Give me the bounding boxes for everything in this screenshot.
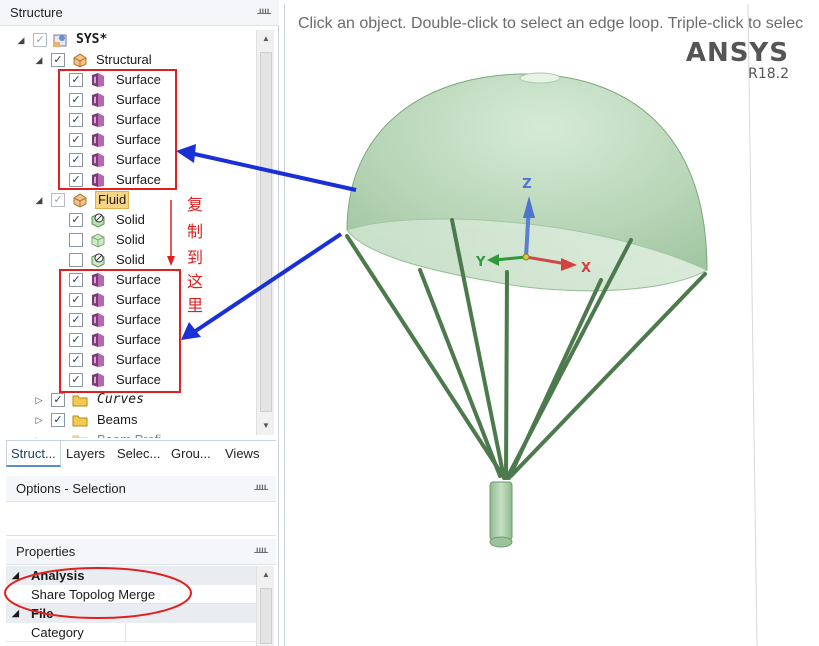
checkbox-beams[interactable]: ✓ <box>51 413 65 427</box>
annotation-char: 制 <box>187 222 204 241</box>
solid-body-icon <box>90 212 106 228</box>
graphics-viewport[interactable]: Click an object. Double-click to select … <box>284 4 819 646</box>
tab-groups[interactable]: Grou... <box>171 441 211 467</box>
property-category-analysis[interactable]: ◢ Analysis <box>6 566 256 585</box>
tree-label-beam-profiles: Beam Profi <box>97 430 161 438</box>
checkbox[interactable] <box>69 253 83 267</box>
expand-arrow-icon[interactable]: ▷ <box>34 410 44 430</box>
tree-item-structural[interactable]: ◢ ✓ Structural <box>6 50 256 70</box>
tree-label-beams: Beams <box>97 412 138 427</box>
expand-arrow-icon[interactable]: ▷ <box>34 390 44 410</box>
design-root-icon <box>53 34 67 47</box>
checkbox[interactable] <box>69 233 83 247</box>
payload-pod[interactable] <box>489 481 513 541</box>
tree-label-structural: Structural <box>96 52 152 67</box>
annotation-char: 复 <box>187 195 204 214</box>
tree-scrollbar[interactable]: ▲ ▼ <box>256 30 274 435</box>
tree-label-root: SYS* <box>76 32 108 47</box>
collapse-arrow-icon[interactable]: ◢ <box>12 566 19 585</box>
properties-panel-header: Properties ᚉ <box>6 539 276 565</box>
checkbox[interactable]: ✓ <box>69 213 83 227</box>
canopy-top-highlight <box>519 72 561 84</box>
checkbox-root[interactable]: ✓ <box>33 33 47 47</box>
axis-z-label: Z <box>522 177 531 192</box>
annotation-char: 到 <box>187 248 204 267</box>
scroll-thumb[interactable] <box>260 52 272 412</box>
pin-icon[interactable]: ᚉ <box>257 0 271 26</box>
highlight-box-fluid-surfaces <box>59 269 181 393</box>
property-category-file[interactable]: ◢ File <box>6 604 256 623</box>
payload-pod-tip <box>489 536 513 548</box>
annotation-char: 里 <box>187 296 204 315</box>
pin-icon[interactable]: ᚉ <box>254 476 268 502</box>
property-label: Category <box>31 625 84 640</box>
property-category-label: Analysis <box>31 568 85 583</box>
property-label: Share Topolog Merge <box>31 587 156 602</box>
axis-y-label: Y <box>475 255 486 270</box>
scroll-down-icon[interactable]: ▼ <box>257 417 275 435</box>
tree-item-solid[interactable]: Solid <box>6 230 256 250</box>
pin-icon[interactable]: ᚉ <box>254 539 268 565</box>
tree-label-curves: Curves <box>97 392 144 407</box>
tree-item-solid[interactable]: Solid <box>6 250 256 270</box>
tab-views[interactable]: Views <box>225 441 259 467</box>
scroll-up-icon[interactable]: ▲ <box>257 30 275 48</box>
collapse-arrow-icon[interactable]: ◢ <box>34 50 44 70</box>
checkbox-structural[interactable]: ✓ <box>51 53 65 67</box>
property-value-cell[interactable] <box>125 623 256 642</box>
panel-tabs: Struct... Layers Selec... Grou... Views <box>6 440 276 467</box>
tab-structure[interactable]: Struct... <box>6 441 61 467</box>
highlight-box-structural-surfaces <box>58 69 177 190</box>
tab-layers[interactable]: Layers <box>66 441 105 467</box>
properties-scrollbar[interactable]: ▲ <box>256 566 274 646</box>
tree-label-fluid: Fluid <box>95 191 130 209</box>
annotation-char: 这 <box>187 272 204 291</box>
expand-arrow-icon[interactable]: ▷ <box>34 430 44 438</box>
folder-icon <box>72 435 88 438</box>
tree-item-label: Solid <box>116 252 145 267</box>
tree-item-label: Solid <box>116 212 145 227</box>
tree-item-beams[interactable]: ▷ ✓ Beams <box>6 410 256 430</box>
tree-item-label: Solid <box>116 232 145 247</box>
parachute-model[interactable]: Z X Y <box>285 4 819 646</box>
component-icon <box>73 193 87 208</box>
tree-item-fluid[interactable]: ◢ ✓ Fluid <box>6 190 256 210</box>
tree-item-solid[interactable]: ✓ Solid <box>6 210 256 230</box>
property-row-category[interactable]: Category <box>6 623 256 642</box>
scroll-thumb[interactable] <box>260 588 272 644</box>
properties-grid: ◢ Analysis Share Topolog Merge ◢ File Ca… <box>6 566 256 646</box>
checkbox-curves[interactable]: ✓ <box>51 393 65 407</box>
structure-panel-header: Structure ᚉ <box>0 0 279 26</box>
options-panel-header: Options - Selection ᚉ <box>6 476 276 502</box>
folder-icon <box>72 415 88 427</box>
properties-panel-title: Properties <box>16 544 76 559</box>
tree-item-curves[interactable]: ▷ ✓ Curves <box>6 390 256 410</box>
axis-x-label: X <box>581 261 591 276</box>
property-row-share-topology[interactable]: Share Topolog Merge <box>6 585 256 604</box>
tab-selection[interactable]: Selec... <box>117 441 160 467</box>
scroll-up-icon[interactable]: ▲ <box>257 566 275 584</box>
options-panel-title: Options - Selection <box>16 481 126 496</box>
solid-body-icon <box>90 252 106 268</box>
component-icon <box>73 53 87 68</box>
property-category-label: File <box>31 606 54 621</box>
tree-item-root[interactable]: ◢ ✓ SYS* <box>6 30 256 50</box>
collapse-arrow-icon[interactable]: ◢ <box>34 190 44 210</box>
options-panel-body <box>6 502 276 536</box>
collapse-arrow-icon[interactable]: ◢ <box>12 604 19 623</box>
structure-panel-title: Structure <box>10 5 63 20</box>
collapse-arrow-icon[interactable]: ◢ <box>16 30 26 50</box>
tree-item-beam-profiles[interactable]: ▷ Beam Profi <box>6 430 256 438</box>
solid-body-icon <box>90 232 106 248</box>
checkbox-fluid[interactable]: ✓ <box>51 193 65 207</box>
folder-icon <box>72 395 88 407</box>
